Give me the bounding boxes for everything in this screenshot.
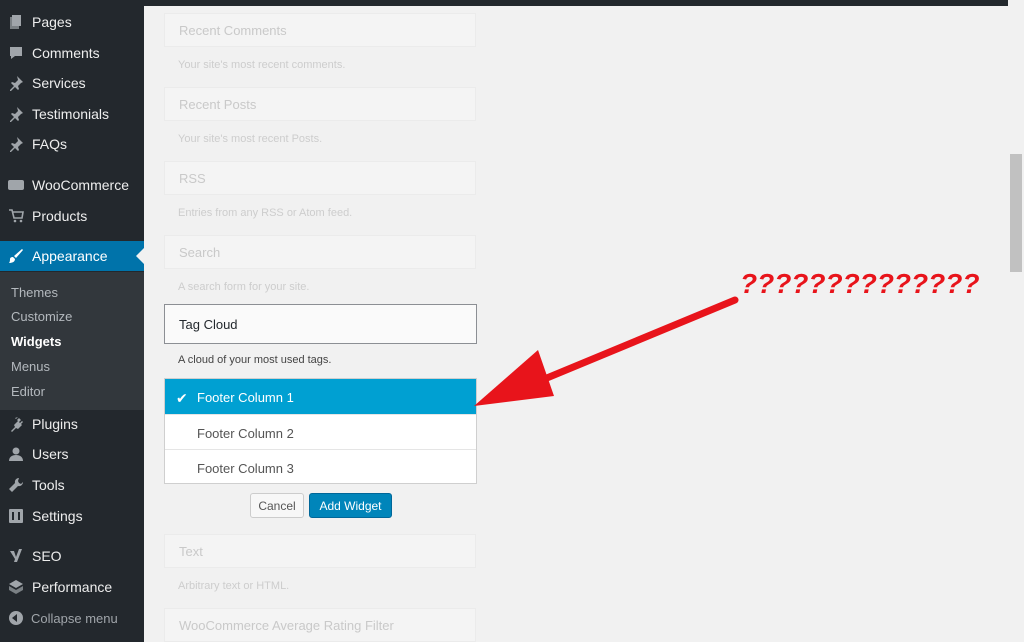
menu-item-plugins[interactable]: Plugins — [0, 409, 144, 439]
plug-icon — [8, 416, 24, 432]
menu-label: Testimonials — [32, 106, 110, 122]
widget-recent-comments[interactable]: Recent Comments — [164, 13, 476, 47]
menu-item-tools[interactable]: Tools — [0, 470, 144, 500]
menu-label: Plugins — [32, 416, 78, 432]
submenu-widgets[interactable]: Widgets — [11, 334, 61, 349]
pages-icon — [8, 14, 24, 30]
widget-tag-cloud[interactable]: Tag Cloud — [164, 304, 477, 344]
users-icon — [8, 446, 24, 462]
paintbrush-icon — [8, 248, 24, 264]
widget-description: Your site's most recent comments. — [178, 59, 346, 71]
menu-item-pages[interactable]: Pages — [0, 7, 144, 37]
widget-description: A cloud of your most used tags. — [178, 354, 332, 366]
submenu-menus[interactable]: Menus — [11, 359, 50, 374]
submenu-customize[interactable]: Customize — [11, 309, 72, 324]
menu-label: SEO — [32, 548, 62, 564]
menu-item-seo[interactable]: SEO — [0, 541, 144, 571]
menu-item-users[interactable]: Users — [0, 439, 144, 469]
widget-description: Entries from any RSS or Atom feed. — [178, 207, 353, 219]
widget-title: WooCommerce Average Rating Filter — [179, 618, 394, 633]
menu-item-faqs[interactable]: FAQs — [0, 129, 144, 159]
submenu-themes[interactable]: Themes — [11, 285, 58, 300]
menu-label: Pages — [32, 14, 72, 30]
chooser-option-label: Footer Column 3 — [197, 461, 294, 476]
appearance-submenu: Themes Customize Widgets Menus Editor — [0, 272, 144, 410]
menu-item-woocommerce[interactable]: WooCommerce — [0, 170, 144, 200]
menu-label: Comments — [32, 45, 100, 61]
widget-search[interactable]: Search — [164, 235, 476, 269]
scrollbar-thumb[interactable] — [1010, 154, 1022, 272]
menu-item-products[interactable]: Products — [0, 201, 144, 231]
menu-label: WooCommerce — [32, 177, 129, 193]
menu-item-services[interactable]: Services — [0, 68, 144, 98]
menu-label: Settings — [32, 508, 83, 524]
add-widget-button[interactable]: Add Widget — [309, 493, 392, 518]
submenu-editor[interactable]: Editor — [11, 384, 45, 399]
menu-label: Users — [32, 446, 69, 462]
comments-icon — [8, 45, 24, 61]
widget-title: Text — [179, 544, 203, 559]
chooser-option-footer-column-3[interactable]: Footer Column 3 — [165, 449, 476, 484]
woocommerce-icon — [8, 177, 24, 193]
pin-icon — [8, 136, 24, 152]
admin-sidebar: Pages Comments Services Testimonials FAQ… — [0, 0, 144, 642]
annotation-question-marks: ?????????????? — [740, 268, 980, 299]
widget-title: Tag Cloud — [179, 317, 238, 332]
widget-area-chooser: ✔ Footer Column 1 Footer Column 2 Footer… — [164, 378, 477, 484]
menu-label: Tools — [32, 477, 65, 493]
menu-item-settings[interactable]: Settings — [0, 501, 144, 531]
cart-icon — [8, 208, 24, 224]
menu-label: Performance — [32, 579, 113, 595]
widget-title: Recent Comments — [179, 23, 287, 38]
widget-rss[interactable]: RSS — [164, 161, 476, 195]
menu-item-appearance[interactable]: Appearance — [0, 241, 144, 271]
widget-text[interactable]: Text — [164, 534, 476, 568]
menu-item-performance[interactable]: Performance — [0, 572, 144, 602]
admin-top-bar — [144, 0, 1008, 6]
chooser-option-footer-column-2[interactable]: Footer Column 2 — [165, 414, 476, 449]
widget-woocommerce-average-rating-filter[interactable]: WooCommerce Average Rating Filter — [164, 608, 476, 642]
chooser-option-label: Footer Column 2 — [197, 426, 294, 441]
wrench-icon — [8, 477, 24, 493]
menu-label: FAQs — [32, 136, 68, 152]
collapse-label: Collapse menu — [31, 610, 118, 626]
menu-label: Services — [32, 75, 86, 91]
widget-title: Search — [179, 245, 221, 260]
widget-description: Arbitrary text or HTML. — [178, 580, 290, 592]
performance-icon — [8, 579, 24, 595]
annotation-arrow — [474, 296, 739, 406]
pin-icon — [8, 75, 24, 91]
menu-item-comments[interactable]: Comments — [0, 38, 144, 68]
widget-description: A search form for your site. — [178, 281, 310, 293]
collapse-menu-button[interactable]: Collapse menu — [0, 608, 144, 628]
widget-title: Recent Posts — [179, 97, 257, 112]
scrollbar-track[interactable] — [1008, 0, 1024, 642]
menu-label: Products — [32, 208, 88, 224]
active-indicator — [136, 248, 144, 264]
chooser-option-label: Footer Column 1 — [197, 390, 294, 405]
widget-description: Your site's most recent Posts. — [178, 133, 323, 145]
pin-icon — [8, 106, 24, 122]
widget-recent-posts[interactable]: Recent Posts — [164, 87, 476, 121]
yoast-icon — [8, 548, 24, 564]
menu-label: Appearance — [32, 248, 108, 264]
cancel-button[interactable]: Cancel — [250, 493, 304, 518]
collapse-icon — [9, 611, 23, 625]
widget-title: RSS — [179, 171, 206, 186]
settings-icon — [8, 508, 24, 524]
menu-item-testimonials[interactable]: Testimonials — [0, 99, 144, 129]
checkmark-icon: ✔ — [176, 390, 188, 406]
chooser-option-footer-column-1[interactable]: ✔ Footer Column 1 — [165, 379, 476, 414]
